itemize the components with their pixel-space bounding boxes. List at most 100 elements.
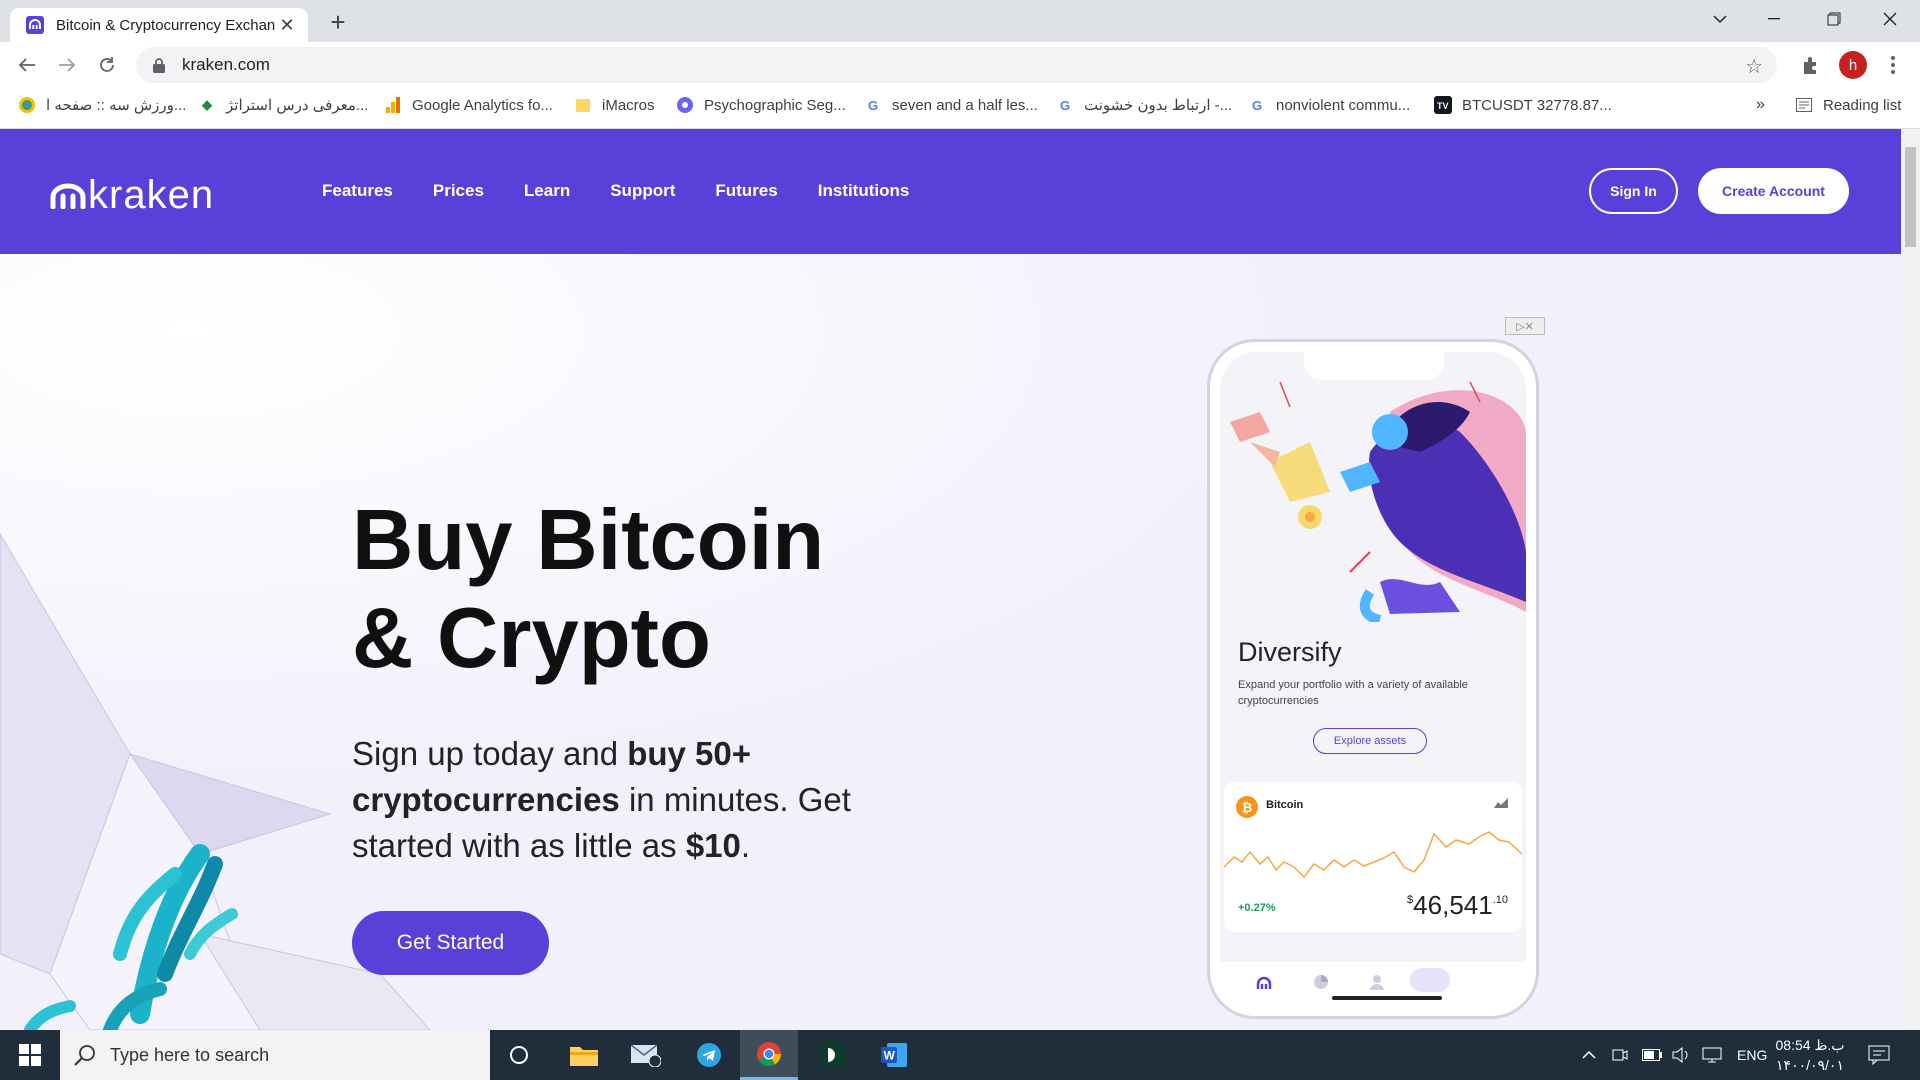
- tab-search-icon[interactable]: [1692, 0, 1748, 38]
- more-bookmarks-button[interactable]: »: [1756, 89, 1765, 121]
- google-icon: G: [1251, 97, 1263, 113]
- nav-prices[interactable]: Prices: [433, 181, 484, 201]
- network-icon[interactable]: [1702, 1030, 1722, 1080]
- chart-type-icon: [1494, 798, 1508, 808]
- bookmark-item[interactable]: ورزش سه :: صفحه ا...: [18, 89, 186, 121]
- kraken-logo-icon: [50, 183, 86, 209]
- close-window-button[interactable]: [1862, 0, 1918, 38]
- bookmark-label: Psychographic Seg...: [704, 96, 846, 114]
- sub-bold-price: $10: [685, 827, 741, 864]
- telegram-icon[interactable]: [680, 1030, 738, 1080]
- browser-tab-active[interactable]: Bitcoin & Cryptocurrency Exchan ✕: [10, 8, 308, 42]
- explore-assets-button[interactable]: Explore assets: [1313, 728, 1427, 754]
- kraken-favicon-icon: [26, 16, 44, 34]
- taskbar-search-box[interactable]: Type here to search: [60, 1030, 490, 1080]
- new-tab-button[interactable]: +: [324, 7, 352, 37]
- bookmark-item[interactable]: iMacros: [574, 89, 655, 121]
- phone-description: Expand your portfolio with a variety of …: [1238, 679, 1468, 707]
- app-icon[interactable]: [803, 1030, 861, 1080]
- get-started-button[interactable]: Get Started: [352, 911, 549, 975]
- bookmark-item[interactable]: Google Analytics fo...: [384, 89, 553, 121]
- chrome-taskbar-icon[interactable]: [740, 1030, 798, 1080]
- kraken-tab-icon[interactable]: [1256, 976, 1272, 990]
- language-indicator[interactable]: ENG: [1737, 1030, 1767, 1080]
- address-bar[interactable]: kraken.com ☆: [136, 47, 1777, 83]
- varzesh3-icon: [18, 96, 36, 114]
- menu-icon[interactable]: [1878, 50, 1908, 80]
- tab-close-icon[interactable]: ✕: [276, 14, 298, 36]
- sign-in-button[interactable]: Sign In: [1589, 168, 1678, 214]
- lock-icon: [153, 58, 165, 73]
- extensions-icon[interactable]: [1796, 50, 1826, 80]
- google-icon: G: [867, 97, 879, 113]
- reload-button[interactable]: [92, 50, 122, 80]
- word-icon[interactable]: W: [865, 1030, 923, 1080]
- phone-notch: [1304, 352, 1444, 380]
- account-tab-icon[interactable]: [1370, 974, 1384, 990]
- nav-learn[interactable]: Learn: [524, 181, 570, 201]
- cortana-icon[interactable]: [490, 1030, 548, 1080]
- bookmark-label: معرفی درس استراتژ...: [226, 97, 369, 114]
- system-clock[interactable]: 08:54 ب.ظ ۱۴۰۰/۰۹/۰۱: [1770, 1035, 1850, 1075]
- create-account-button[interactable]: Create Account: [1698, 168, 1849, 214]
- browser-tab-strip: Bitcoin & Cryptocurrency Exchan ✕ +: [0, 0, 1920, 42]
- price-main: 46,541: [1413, 890, 1493, 920]
- bookmark-item[interactable]: Psychographic Seg...: [676, 89, 846, 121]
- windows-start-button[interactable]: [0, 1030, 60, 1080]
- logo-text: kraken: [88, 173, 215, 217]
- bitcoin-price-card: ₿ Bitcoin +0.27% $46,541.10: [1224, 782, 1522, 932]
- show-hidden-icons-icon[interactable]: [1582, 1030, 1596, 1080]
- nav-features[interactable]: Features: [322, 181, 393, 201]
- trade-tab-icon[interactable]: [1410, 968, 1450, 992]
- nav-institutions[interactable]: Institutions: [818, 181, 910, 201]
- nav-support[interactable]: Support: [610, 181, 675, 201]
- main-nav: Features Prices Learn Support Futures In…: [322, 181, 949, 201]
- nav-futures[interactable]: Futures: [715, 181, 777, 201]
- reading-list-button[interactable]: Reading list: [1795, 89, 1901, 121]
- search-icon: [74, 1045, 95, 1066]
- search-placeholder: Type here to search: [110, 1044, 270, 1065]
- portfolio-tab-icon[interactable]: [1313, 974, 1329, 990]
- coin-name: Bitcoin: [1266, 799, 1304, 811]
- page-scrollbar[interactable]: [1901, 129, 1920, 1030]
- tab-title: Bitcoin & Cryptocurrency Exchan: [56, 16, 276, 34]
- bookmark-item[interactable]: TV BTCUSDT 32778.87...: [1434, 89, 1612, 121]
- minimize-button[interactable]: [1746, 0, 1802, 38]
- restore-button[interactable]: [1806, 0, 1862, 38]
- bookmark-item[interactable]: ◆ معرفی درس استراتژ...: [198, 89, 368, 121]
- profile-initial: h: [1839, 51, 1867, 79]
- kraken-logo[interactable]: kraken: [50, 173, 214, 218]
- phone-mockup: Diversify Expand your portfolio with a v…: [1207, 339, 1539, 1019]
- notifications-icon[interactable]: [1868, 1030, 1890, 1080]
- ad-choices-icon[interactable]: ▷✕: [1505, 317, 1545, 335]
- price-currency: $: [1407, 894, 1414, 906]
- price-sparkline: [1224, 831, 1522, 879]
- mail-icon[interactable]: [617, 1030, 675, 1080]
- forward-button[interactable]: [52, 50, 82, 80]
- analytics-icon: [384, 96, 402, 114]
- bookmark-star-icon[interactable]: ☆: [1745, 54, 1763, 79]
- meet-now-icon[interactable]: [1612, 1030, 1628, 1080]
- file-explorer-icon[interactable]: [555, 1030, 613, 1080]
- bookmark-item[interactable]: G seven and a half les...: [864, 89, 1038, 121]
- back-button[interactable]: [12, 50, 42, 80]
- reading-list-icon: [1795, 96, 1813, 114]
- bookmark-item[interactable]: G nonviolent commu...: [1248, 89, 1410, 121]
- folder-icon: [574, 96, 592, 114]
- coin-price: $46,541.10: [1407, 890, 1508, 921]
- reading-list-label: Reading list: [1823, 96, 1902, 114]
- browser-toolbar: kraken.com ☆ h: [0, 42, 1920, 89]
- price-cents: .10: [1492, 894, 1508, 906]
- clock-time: 08:54 ب.ظ: [1775, 1037, 1845, 1053]
- site-header: kraken Features Prices Learn Support Fut…: [0, 129, 1901, 254]
- profile-avatar[interactable]: h: [1838, 50, 1868, 80]
- home-indicator: [1332, 996, 1442, 1000]
- bookmark-label: seven and a half les...: [892, 96, 1038, 114]
- windows-taskbar: Type here to search W ENG 08:54 ب.ظ ۱۴۰۰…: [0, 1030, 1920, 1080]
- volume-icon[interactable]: [1672, 1030, 1690, 1080]
- windows-logo-icon: [19, 1044, 41, 1066]
- scrollbar-thumb[interactable]: [1905, 147, 1916, 247]
- bookmark-item[interactable]: G ارتباط بدون خشونت -...: [1056, 89, 1232, 121]
- battery-icon[interactable]: [1642, 1030, 1662, 1080]
- svg-text:W: W: [884, 1049, 896, 1063]
